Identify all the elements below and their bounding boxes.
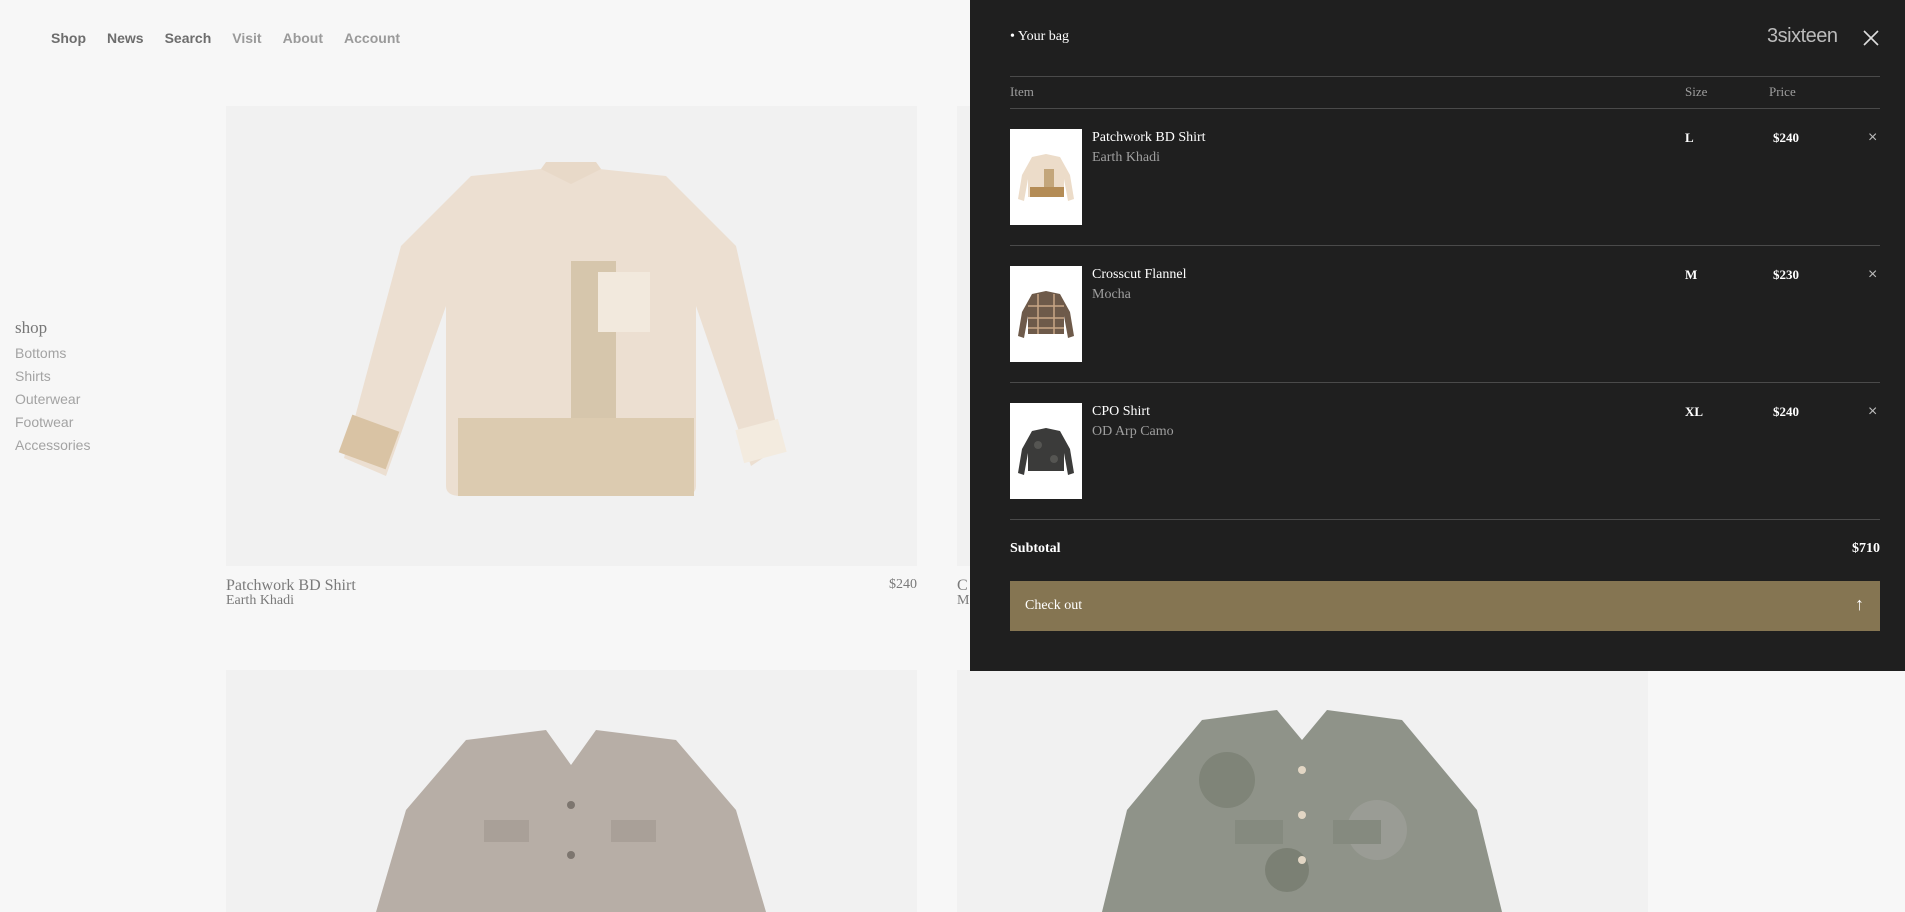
category-heading: shop [15, 318, 48, 337]
item-size: M [1685, 267, 1698, 282]
product-variant: M [957, 593, 970, 608]
product-image-4[interactable] [957, 670, 1648, 912]
item-variant: Earth Khadi [1092, 150, 1161, 165]
product-image-3[interactable] [226, 670, 917, 912]
item-price: $230 [1773, 267, 1799, 282]
item-variant: OD Arp Camo [1092, 424, 1174, 439]
bag-drawer: • Your bag 3sixteen Item Size Price Patc… [970, 0, 1905, 671]
item-variant: Mocha [1092, 287, 1131, 302]
divider [1010, 108, 1880, 109]
nav-about[interactable]: About [283, 30, 323, 46]
item-size: XL [1685, 404, 1704, 419]
remove-item-icon[interactable]: × [1868, 266, 1877, 284]
cpo-shirt-thumb [1018, 428, 1074, 475]
subtotal-value: $710 [1852, 541, 1880, 556]
remove-item-icon[interactable]: × [1868, 129, 1877, 147]
item-name[interactable]: Patchwork BD Shirt [1092, 130, 1206, 146]
camo-shirt-illustration [1102, 710, 1502, 912]
col-price: Price [1769, 84, 1796, 99]
bag-item: Patchwork BD Shirt Earth Khadi L $240 × [1010, 129, 1880, 225]
bag-item: Crosscut Flannel Mocha M $230 × [1010, 266, 1880, 362]
item-thumbnail[interactable] [1010, 129, 1082, 225]
product-variant: Earth Khadi [226, 593, 295, 608]
close-icon[interactable] [1863, 30, 1879, 46]
category-accessories[interactable]: Accessories [15, 434, 90, 457]
category-bottoms[interactable]: Bottoms [15, 342, 90, 365]
product-image-patchwork-shirt[interactable] [226, 106, 917, 566]
category-shirts[interactable]: Shirts [15, 365, 90, 388]
nav-shop[interactable]: Shop [51, 30, 86, 46]
divider [1010, 382, 1880, 383]
category-outerwear[interactable]: Outerwear [15, 388, 90, 411]
bag-item: CPO Shirt OD Arp Camo XL $240 × [1010, 403, 1880, 499]
nav-account[interactable]: Account [344, 30, 400, 46]
item-name[interactable]: Crosscut Flannel [1092, 267, 1187, 283]
nav-search[interactable]: Search [165, 30, 212, 46]
item-thumbnail[interactable] [1010, 403, 1082, 499]
remove-item-icon[interactable]: × [1868, 403, 1877, 421]
item-name[interactable]: CPO Shirt [1092, 404, 1150, 420]
col-size: Size [1685, 84, 1708, 99]
brand-logo[interactable]: 3sixteen [1767, 25, 1838, 48]
nav-news[interactable]: News [107, 30, 144, 46]
shirt-illustration [376, 730, 766, 912]
bag-title-text: Your bag [1017, 29, 1069, 44]
category-sidebar: shop Bottoms Shirts Outerwear Footwear A… [15, 318, 90, 457]
patchwork-shirt-thumb [1018, 154, 1074, 201]
divider [1010, 245, 1880, 246]
item-price: $240 [1773, 404, 1799, 419]
nav-visit[interactable]: Visit [232, 30, 261, 46]
divider [1010, 519, 1880, 520]
divider [1010, 76, 1880, 77]
checkout-label: Check out [1025, 598, 1083, 613]
col-item: Item [1010, 84, 1034, 99]
product-price: $240 [889, 577, 917, 592]
patchwork-shirt-illustration [338, 162, 787, 496]
main-nav: Shop News Search Visit About Account [51, 30, 421, 46]
item-thumbnail[interactable] [1010, 266, 1082, 362]
bag-title: • Your bag [1010, 29, 1069, 44]
subtotal-label: Subtotal [1010, 541, 1061, 556]
checkout-button[interactable]: Check out ↑ [1010, 581, 1880, 631]
item-size: L [1685, 130, 1694, 145]
arrow-up-icon: ↑ [1855, 594, 1864, 614]
category-footwear[interactable]: Footwear [15, 411, 90, 434]
flannel-shirt-thumb [1018, 291, 1074, 338]
item-price: $240 [1773, 130, 1799, 145]
